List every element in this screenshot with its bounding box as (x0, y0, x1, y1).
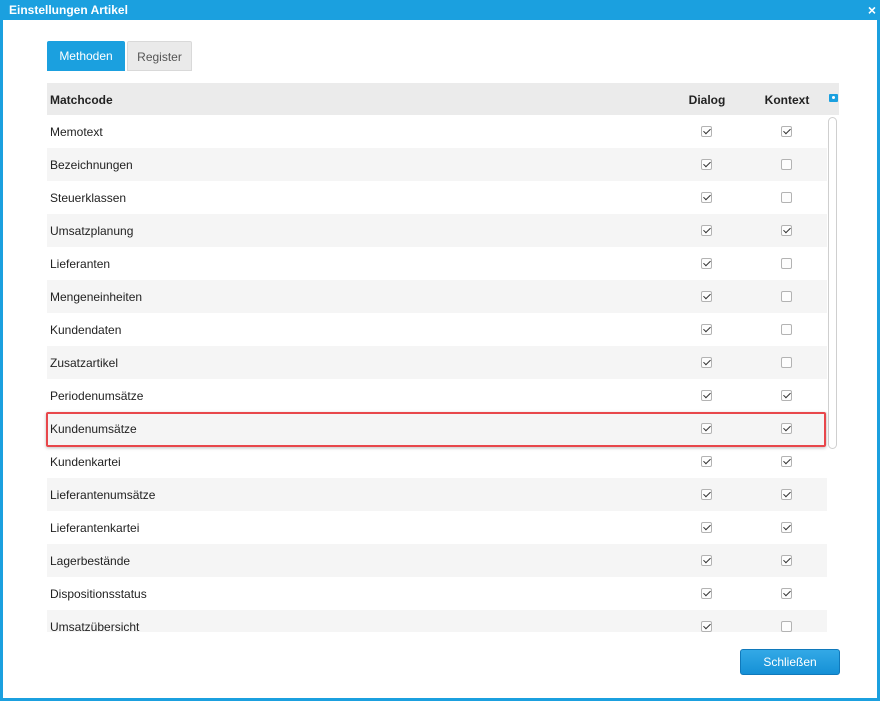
kontext-checkbox[interactable] (781, 489, 792, 500)
table-row[interactable]: Lieferanten (47, 247, 827, 280)
dialog-checkbox[interactable] (701, 423, 712, 434)
dialog-checkbox[interactable] (701, 357, 712, 368)
dialog-checkbox[interactable] (701, 225, 712, 236)
row-label: Zusatzartikel (50, 356, 119, 370)
table-row[interactable]: Umsatzübersicht (47, 610, 827, 632)
kontext-checkbox[interactable] (781, 291, 792, 302)
column-header-kontext[interactable]: Kontext (750, 93, 824, 107)
table-row[interactable]: Memotext (47, 115, 827, 148)
table-row[interactable]: Umsatzplanung (47, 214, 827, 247)
column-header-dialog[interactable]: Dialog (670, 93, 744, 107)
row-label: Dispositionsstatus (50, 587, 147, 601)
close-button[interactable]: Schließen (740, 649, 840, 675)
table-row[interactable]: Lieferantenkartei (47, 511, 827, 544)
dialog-checkbox[interactable] (701, 258, 712, 269)
table-row[interactable]: Dispositionsstatus (47, 577, 827, 610)
vertical-scrollbar[interactable] (827, 115, 839, 632)
dialog-checkbox[interactable] (701, 489, 712, 500)
kontext-checkbox[interactable] (781, 192, 792, 203)
kontext-checkbox[interactable] (781, 159, 792, 170)
kontext-checkbox[interactable] (781, 423, 792, 434)
dialog-checkbox[interactable] (701, 456, 712, 467)
grid-body: Memotext Bezeichnungen Steuerklassen Umsatz… (47, 115, 827, 632)
row-label: Lagerbestände (50, 554, 131, 568)
column-chooser-icon[interactable] (829, 94, 838, 102)
table-row[interactable]: Mengeneinheiten (47, 280, 827, 313)
tab-register[interactable]: Register (127, 41, 192, 71)
tab-methoden[interactable]: Methoden (47, 41, 125, 71)
kontext-checkbox[interactable] (781, 357, 792, 368)
kontext-checkbox[interactable] (781, 555, 792, 566)
column-header-matchcode[interactable]: Matchcode (50, 93, 113, 107)
row-label: Kundenumsätze (50, 422, 137, 436)
table-row[interactable]: Kundenumsätze (47, 412, 827, 445)
dialog-checkbox[interactable] (701, 588, 712, 599)
table-row[interactable]: Steuerklassen (47, 181, 827, 214)
kontext-checkbox[interactable] (781, 324, 792, 335)
dialog-checkbox[interactable] (701, 159, 712, 170)
table-row[interactable]: Kundendaten (47, 313, 827, 346)
kontext-checkbox[interactable] (781, 621, 792, 632)
row-label: Mengeneinheiten (50, 290, 143, 304)
row-label: Periodenumsätze (50, 389, 144, 403)
dialog-checkbox[interactable] (701, 324, 712, 335)
row-label: Kundenkartei (50, 455, 121, 469)
dialog-checkbox[interactable] (701, 126, 712, 137)
kontext-checkbox[interactable] (781, 390, 792, 401)
table-row[interactable]: Lagerbestände (47, 544, 827, 577)
dialog-checkbox[interactable] (701, 555, 712, 566)
table-row[interactable]: Bezeichnungen (47, 148, 827, 181)
dialog-checkbox[interactable] (701, 390, 712, 401)
close-icon[interactable]: × (868, 2, 876, 18)
row-label: Lieferanten (50, 257, 111, 271)
table-row[interactable]: Kundenkartei (47, 445, 827, 478)
row-label: Memotext (50, 125, 103, 139)
dialog-titlebar[interactable]: Einstellungen Artikel × (3, 0, 880, 20)
dialog-checkbox[interactable] (701, 291, 712, 302)
grid-header: Matchcode Dialog Kontext (47, 83, 839, 115)
row-label: Kundendaten (50, 323, 122, 337)
kontext-checkbox[interactable] (781, 126, 792, 137)
kontext-checkbox[interactable] (781, 588, 792, 599)
kontext-checkbox[interactable] (781, 258, 792, 269)
kontext-checkbox[interactable] (781, 456, 792, 467)
row-label: Umsatzplanung (50, 224, 134, 238)
row-label: Umsatzübersicht (50, 620, 140, 632)
kontext-checkbox[interactable] (781, 225, 792, 236)
table-row[interactable]: Periodenumsätze (47, 379, 827, 412)
dialog-checkbox[interactable] (701, 192, 712, 203)
table-row[interactable]: Lieferantenumsätze (47, 478, 827, 511)
row-label: Lieferantenkartei (50, 521, 140, 535)
dialog-title: Einstellungen Artikel (9, 3, 128, 17)
settings-dialog: Einstellungen Artikel × Methoden Registe… (0, 0, 880, 701)
row-label: Steuerklassen (50, 191, 127, 205)
dialog-checkbox[interactable] (701, 621, 712, 632)
dialog-checkbox[interactable] (701, 522, 712, 533)
row-label: Bezeichnungen (50, 158, 133, 172)
table-row[interactable]: Zusatzartikel (47, 346, 827, 379)
scrollbar-thumb[interactable] (828, 117, 837, 449)
kontext-checkbox[interactable] (781, 522, 792, 533)
row-label: Lieferantenumsätze (50, 488, 156, 502)
